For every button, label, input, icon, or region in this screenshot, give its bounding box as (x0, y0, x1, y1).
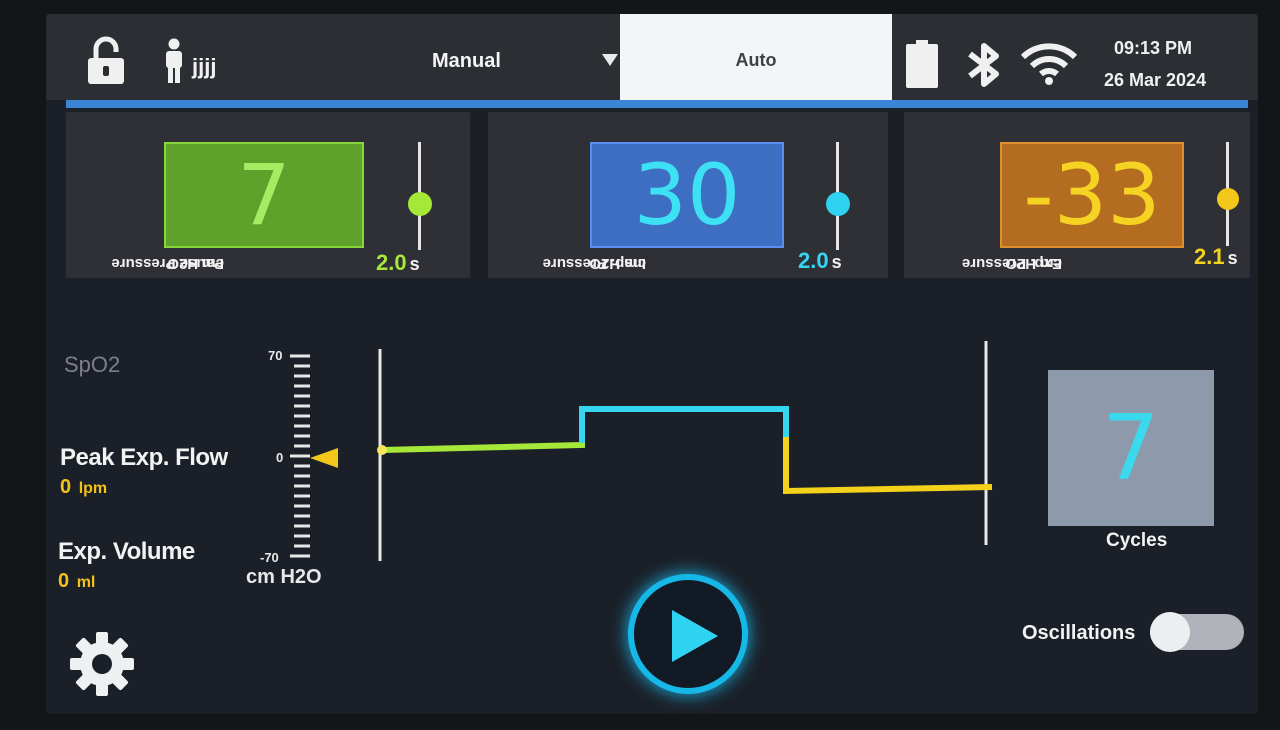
insp-pressure-value[interactable]: 30 (590, 142, 784, 248)
exp-volume-value: 0 ml (58, 570, 96, 592)
pressure-pointer-icon (310, 448, 338, 468)
oscillations-label: Oscillations (1022, 622, 1136, 644)
exp-time-value: 2.1 s (1194, 244, 1238, 269)
insp-pressure-panel[interactable]: Insp. Pressure cm H2O 30 2.0 s (488, 112, 888, 278)
pause-pressure-panel[interactable]: Pause Pressure cm H2O 7 2.0 s (66, 112, 470, 278)
wifi-icon[interactable] (1020, 40, 1078, 86)
mode-auto-label: Auto (735, 49, 777, 70)
scale-min-label: -70 (260, 550, 279, 565)
battery-icon (906, 40, 938, 88)
scale-ticks (290, 354, 310, 558)
exp-time-slider-knob[interactable] (1217, 188, 1239, 210)
chevron-down-icon[interactable] (602, 54, 618, 66)
waveform-cursor (377, 445, 387, 455)
clock-time: 09:13 PM (1114, 38, 1193, 58)
mode-manual-tab[interactable]: Manual (432, 50, 501, 73)
insp-segment (579, 406, 789, 443)
insp-time-value: 2.0 s (798, 248, 842, 273)
exp-segment (783, 437, 993, 495)
lock-icon[interactable] (86, 36, 126, 86)
play-button[interactable] (628, 574, 748, 694)
insp-time-slider-knob[interactable] (826, 192, 850, 216)
mode-auto-tab[interactable]: Auto (620, 14, 892, 106)
scale-unit-label: cm H2O (246, 566, 322, 588)
gear-icon[interactable] (66, 628, 138, 700)
bluetooth-icon[interactable] (964, 42, 1004, 88)
play-icon (672, 610, 718, 662)
pause-time-value: 2.0 s (376, 250, 420, 275)
person-icon (166, 38, 182, 83)
clock-date: 26 Mar 2024 (1104, 70, 1207, 90)
top-bar: jjjj Manual Auto 09:13 PM 26 Mar 2024 (46, 14, 1258, 106)
cycles-value[interactable]: 7 (1048, 370, 1214, 526)
scale-zero-label: 0 (276, 450, 284, 465)
top-bar-accent-line (66, 100, 1248, 108)
exp-pressure-label: Exp. Pressure cm H2O (961, 255, 1062, 272)
peak-flow-value: 0 lpm (60, 476, 108, 498)
exp-volume-label: Exp. Volume (58, 538, 195, 565)
oscillations-toggle-knob[interactable] (1150, 612, 1190, 652)
insp-pressure-label: Insp. Pressure cm H2O (542, 255, 646, 272)
spo2-label: SpO2 (64, 352, 121, 377)
pause-pressure-value[interactable]: 7 (164, 142, 364, 248)
exp-pressure-value[interactable]: -33 (1000, 142, 1184, 248)
oscillations-toggle[interactable] (1150, 612, 1244, 652)
scale-max-label: 70 (268, 348, 283, 363)
pressure-waveform (377, 341, 993, 561)
pause-time-slider-knob[interactable] (408, 192, 432, 216)
pause-pressure-label: Pause Pressure cm H2O (111, 255, 224, 272)
cycles-label: Cycles (1106, 530, 1168, 551)
ventilator-screen: jjjj Manual Auto 09:13 PM 26 Mar 2024 Pa… (46, 14, 1258, 714)
exp-pressure-panel[interactable]: Exp. Pressure cm H2O -33 2.1 s (904, 112, 1250, 278)
peak-flow-label: Peak Exp. Flow (60, 444, 228, 471)
patient-name: jjjj (192, 54, 217, 79)
pressure-scale (290, 354, 338, 558)
